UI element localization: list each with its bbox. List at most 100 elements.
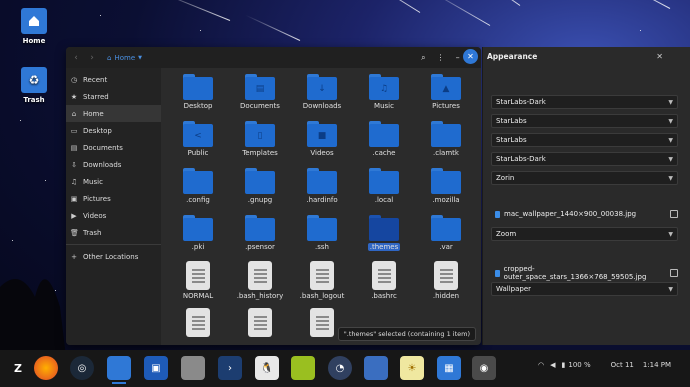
select-value: StarLabs xyxy=(496,136,527,144)
zorin-menu-icon[interactable]: Z xyxy=(6,356,30,380)
view-options-icon[interactable]: ⋮ xyxy=(437,53,445,62)
folder-item[interactable]: .clamtk xyxy=(415,120,477,167)
file-item[interactable]: .bashrc xyxy=(353,261,415,308)
path-bar-home[interactable]: ⌂ Home ▼ xyxy=(107,54,142,62)
sidebar-item-desktop[interactable]: ▭ Desktop xyxy=(66,122,161,139)
folder-item[interactable]: ▤ Documents xyxy=(229,73,291,120)
plus-icon: + xyxy=(71,252,77,261)
sidebar-item-label: Home xyxy=(83,109,104,118)
theme-select[interactable]: Zorin ▼ xyxy=(491,171,678,185)
status-bar: ".themes" selected (containing 1 item) xyxy=(337,327,476,341)
file-item[interactable] xyxy=(167,308,229,345)
star-icon: ★ xyxy=(70,92,78,101)
lockscreen-mode-select[interactable]: Wallpaper ▼ xyxy=(491,282,678,296)
desktop-trash-icon[interactable]: ♻ Trash xyxy=(14,67,54,104)
file-item[interactable] xyxy=(229,308,291,345)
background-file-chooser[interactable]: mac_wallpaper_1440×900_00038.jpg xyxy=(495,210,678,218)
text-file-icon xyxy=(310,308,334,337)
theme-select[interactable]: StarLabs-Dark ▼ xyxy=(491,152,678,166)
battery-icon[interactable]: ▮ xyxy=(562,361,566,369)
folder-item[interactable]: ▲ Pictures xyxy=(415,73,477,120)
minimize-button[interactable]: – xyxy=(456,53,460,62)
folder-item[interactable]: .hardinfo xyxy=(291,167,353,214)
forward-button[interactable]: › xyxy=(87,53,97,63)
file-item[interactable]: NORMAL xyxy=(167,261,229,308)
background-mode-select[interactable]: Zoom ▼ xyxy=(491,227,678,241)
package-manager-icon[interactable] xyxy=(291,356,315,380)
files-icon[interactable] xyxy=(107,356,131,380)
folder-icon: < xyxy=(183,121,213,147)
battery-level: 100 % xyxy=(568,361,591,369)
folder-item[interactable]: .var xyxy=(415,214,477,261)
folder-item[interactable]: .psensor xyxy=(229,214,291,261)
folder-icon: ▤ xyxy=(245,74,275,100)
folder-item[interactable]: < Public xyxy=(167,120,229,167)
sidebar-item-pictures[interactable]: ▣ Pictures xyxy=(66,190,161,207)
file-item[interactable]: .hidden xyxy=(415,261,477,308)
wifi-icon[interactable]: ◠ xyxy=(538,361,544,369)
folder-icon xyxy=(431,121,461,147)
folder-item[interactable]: .config xyxy=(167,167,229,214)
sidebar-item-other-locations[interactable]: + Other Locations xyxy=(66,248,161,265)
theme-select[interactable]: StarLabs ▼ xyxy=(491,133,678,147)
sidebar-item-home[interactable]: ⌂ Home xyxy=(66,105,161,122)
document-icon: ▤ xyxy=(70,143,78,152)
folder-item[interactable]: .cache xyxy=(353,120,415,167)
folder-item[interactable]: ↓ Downloads xyxy=(291,73,353,120)
folder-item[interactable]: ▯ Templates xyxy=(229,120,291,167)
item-name: NORMAL xyxy=(182,292,214,300)
steam-icon[interactable]: ◎ xyxy=(70,356,94,380)
wallpaper-app-icon[interactable]: ▦ xyxy=(437,356,461,380)
text-file-icon xyxy=(434,261,458,290)
file-item[interactable]: .bash_logout xyxy=(291,261,353,308)
file-item[interactable]: .bash_history xyxy=(229,261,291,308)
folder-item[interactable]: ■ Videos xyxy=(291,120,353,167)
back-button[interactable]: ‹ xyxy=(71,53,81,63)
folder-item[interactable]: Desktop xyxy=(167,73,229,120)
sidebar-item-recent[interactable]: ◷ Recent xyxy=(66,71,161,88)
select-value: Wallpaper xyxy=(496,285,532,293)
sun-icon[interactable]: ☀ xyxy=(400,356,424,380)
sidebar-item-videos[interactable]: ▶ Videos xyxy=(66,207,161,224)
sidebar-item-downloads[interactable]: ⇩ Downloads xyxy=(66,156,161,173)
system-monitor-icon[interactable]: ◔ xyxy=(328,356,352,380)
folder-item[interactable]: .ssh xyxy=(291,214,353,261)
tweaks-icon[interactable]: ◉ xyxy=(472,356,496,380)
sidebar-item-label: Trash xyxy=(83,228,102,237)
folder-item[interactable]: .mozilla xyxy=(415,167,477,214)
folder-item[interactable]: .themes xyxy=(353,214,415,261)
firefox-icon[interactable] xyxy=(34,356,58,380)
close-panel-button[interactable]: ✕ xyxy=(656,52,663,61)
copy-icon[interactable] xyxy=(670,269,678,277)
folder-item[interactable]: .gnupg xyxy=(229,167,291,214)
search-icon[interactable]: ⌕ xyxy=(421,53,425,63)
software-store-icon[interactable]: ▣ xyxy=(144,356,168,380)
terminal-icon[interactable]: › xyxy=(218,356,242,380)
tux-icon[interactable]: 🐧 xyxy=(255,356,279,380)
folder-icon xyxy=(431,168,461,194)
volume-icon[interactable]: ◀ xyxy=(550,361,555,369)
folder-item[interactable]: ♫ Music xyxy=(353,73,415,120)
folder-item[interactable]: .local xyxy=(353,167,415,214)
desktop-home-icon[interactable]: Home xyxy=(14,8,54,45)
close-icon[interactable]: ✕ xyxy=(463,49,478,64)
file-manager-header: ‹ › ⌂ Home ▼ ⌕ ⋮ – ▫ xyxy=(66,47,481,68)
sidebar-item-trash[interactable]: 🗑 Trash xyxy=(66,224,161,241)
lockscreen-file-chooser[interactable]: cropped-outer_space_stars_1366×768_59505… xyxy=(495,265,678,281)
active-indicator xyxy=(112,382,126,384)
folder-icon xyxy=(245,215,275,241)
copy-icon[interactable] xyxy=(670,210,678,218)
sidebar-item-starred[interactable]: ★ Starred xyxy=(66,88,161,105)
theme-select[interactable]: StarLabs-Dark ▼ xyxy=(491,95,678,109)
folder-item[interactable]: .pki xyxy=(167,214,229,261)
clock-label[interactable]: 1:14 PM xyxy=(643,361,671,369)
software-center-icon[interactable] xyxy=(181,356,205,380)
theme-select[interactable]: StarLabs ▼ xyxy=(491,114,678,128)
sidebar-item-music[interactable]: ♫ Music xyxy=(66,173,161,190)
text-file-icon xyxy=(186,261,210,290)
sidebar-item-documents[interactable]: ▤ Documents xyxy=(66,139,161,156)
image-file-icon xyxy=(495,210,500,218)
settings-panel-icon[interactable] xyxy=(364,356,388,380)
folder-icon xyxy=(183,74,213,100)
date-label[interactable]: Oct 11 xyxy=(611,361,634,369)
